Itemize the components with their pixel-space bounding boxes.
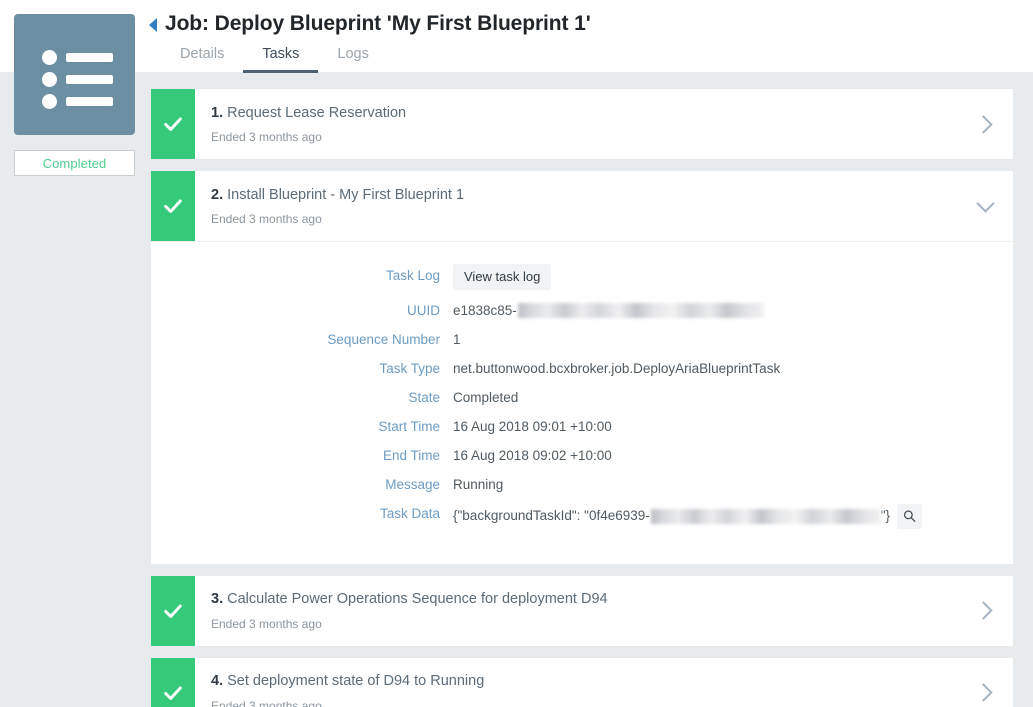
detail-row-sequence-number: Sequence Number 1 xyxy=(151,330,1013,350)
detail-row-task-data: Task Data {"backgroundTaskId": "0f4e6939… xyxy=(151,503,1013,529)
task-card: 1. Request Lease Reservation Ended 3 mon… xyxy=(151,89,1013,159)
status-badge: Completed xyxy=(14,150,135,176)
task-label: Calculate Power Operations Sequence for … xyxy=(227,591,608,608)
detail-row-task-type: Task Type net.buttonwood.bcxbroker.job.D… xyxy=(151,359,1013,379)
task-card: 2. Install Blueprint - My First Blueprin… xyxy=(151,171,1013,564)
detail-label: Sequence Number xyxy=(327,331,440,347)
search-icon[interactable] xyxy=(897,503,923,529)
list-icon-bar xyxy=(66,97,113,106)
detail-value: e1838c85- xyxy=(453,301,764,321)
page-title: Job: Deploy Blueprint 'My First Blueprin… xyxy=(165,12,591,35)
task-text: 3. Calculate Power Operations Sequence f… xyxy=(195,576,957,646)
check-icon xyxy=(151,171,195,241)
task-title: 4. Set deployment state of D94 to Runnin… xyxy=(211,672,957,692)
task-title: 3. Calculate Power Operations Sequence f… xyxy=(211,590,957,610)
redacted-uuid-remainder xyxy=(517,303,764,319)
task-text: 4. Set deployment state of D94 to Runnin… xyxy=(195,658,957,707)
task-text: 2. Install Blueprint - My First Blueprin… xyxy=(195,171,957,241)
task-title: 1. Request Lease Reservation xyxy=(211,104,957,124)
list-icon-row xyxy=(42,72,113,87)
task-row[interactable]: 3. Calculate Power Operations Sequence f… xyxy=(151,575,1013,646)
task-row[interactable]: 1. Request Lease Reservation Ended 3 mon… xyxy=(151,89,1013,159)
detail-row-message: Message Running xyxy=(151,475,1013,495)
task-number: 1. xyxy=(211,104,224,121)
task-data-prefix: {"backgroundTaskId": "0f4e6939- xyxy=(453,508,650,524)
task-row[interactable]: 4. Set deployment state of D94 to Runnin… xyxy=(151,657,1013,707)
task-label: Install Blueprint - My First Blueprint 1 xyxy=(227,186,465,203)
list-icon-bullet xyxy=(42,94,57,109)
chevron-right-icon[interactable] xyxy=(957,576,1013,646)
list-icon-bar xyxy=(66,75,113,84)
tab-details[interactable]: Details xyxy=(161,42,243,73)
header-band xyxy=(0,0,1033,72)
detail-value: 1 xyxy=(453,331,461,347)
list-icon-row xyxy=(42,50,113,65)
task-subtitle: Ended 3 months ago xyxy=(211,616,322,631)
task-card: 4. Set deployment state of D94 to Runnin… xyxy=(151,657,1013,707)
task-row[interactable]: 2. Install Blueprint - My First Blueprin… xyxy=(151,171,1013,241)
task-subtitle: Ended 3 months ago xyxy=(211,698,322,707)
chevron-down-icon[interactable] xyxy=(957,171,1013,241)
tab-tasks[interactable]: Tasks xyxy=(243,42,319,73)
task-card: 3. Calculate Power Operations Sequence f… xyxy=(151,575,1013,646)
detail-row-uuid: UUID e1838c85- xyxy=(151,301,1013,321)
detail-label: End Time xyxy=(382,447,440,463)
detail-label: Message xyxy=(385,476,440,492)
check-icon xyxy=(151,89,195,159)
task-data-suffix: "} xyxy=(880,508,891,524)
uuid-value: e1838c85- xyxy=(453,302,517,318)
detail-value: net.buttonwood.bcxbroker.job.DeployAriaB… xyxy=(453,360,781,376)
detail-label: State xyxy=(408,389,440,405)
detail-row-start-time: Start Time 16 Aug 2018 09:01 +10:00 xyxy=(151,417,1013,437)
task-text: 1. Request Lease Reservation Ended 3 mon… xyxy=(195,89,957,159)
task-detail-panel: Task Log View task log UUID e1838c85- Se… xyxy=(151,241,1013,564)
list-icon-row xyxy=(42,94,113,109)
detail-row-task-log: Task Log View task log xyxy=(151,264,1013,290)
task-number: 4. xyxy=(211,673,224,690)
detail-label: Start Time xyxy=(378,418,440,434)
tab-logs[interactable]: Logs xyxy=(318,42,387,73)
detail-label: Task Type xyxy=(379,360,440,376)
detail-label: Task Data xyxy=(379,505,440,521)
page-title-row: Job: Deploy Blueprint 'My First Blueprin… xyxy=(149,12,591,36)
task-subtitle: Ended 3 months ago xyxy=(211,212,322,227)
detail-value: Completed xyxy=(453,389,519,405)
detail-label: UUID xyxy=(407,302,440,318)
redacted-task-data xyxy=(650,508,881,524)
detail-value: Running xyxy=(453,476,504,492)
job-detail-page: Completed Job: Deploy Blueprint 'My Firs… xyxy=(0,0,1033,707)
left-rail: Completed xyxy=(0,0,145,707)
detail-value: {"backgroundTaskId": "0f4e6939- "} xyxy=(453,503,923,529)
task-label: Request Lease Reservation xyxy=(227,104,407,121)
chevron-right-icon[interactable] xyxy=(957,89,1013,159)
task-label: Set deployment state of D94 to Running xyxy=(227,673,485,690)
list-icon-bar xyxy=(66,53,113,62)
view-task-log-button[interactable]: View task log xyxy=(453,264,552,290)
chevron-right-icon[interactable] xyxy=(957,658,1013,707)
list-icon-bullet xyxy=(42,50,57,65)
task-subtitle: Ended 3 months ago xyxy=(211,130,322,145)
detail-row-state: State Completed xyxy=(151,388,1013,408)
detail-value: 16 Aug 2018 09:02 +10:00 xyxy=(453,447,612,463)
task-number: 2. xyxy=(211,186,224,203)
task-title: 2. Install Blueprint - My First Blueprin… xyxy=(211,186,957,206)
list-icon-bullet xyxy=(42,72,57,87)
task-list: 1. Request Lease Reservation Ended 3 mon… xyxy=(151,89,1013,707)
detail-value: View task log xyxy=(453,264,552,290)
detail-value: 16 Aug 2018 09:01 +10:00 xyxy=(453,418,612,434)
task-number: 3. xyxy=(211,591,224,608)
tab-bar: Details Tasks Logs xyxy=(161,42,388,73)
back-arrow-icon[interactable] xyxy=(149,18,157,32)
check-icon xyxy=(151,657,195,707)
check-icon xyxy=(151,575,195,646)
detail-row-end-time: End Time 16 Aug 2018 09:02 +10:00 xyxy=(151,446,1013,466)
list-icon xyxy=(14,14,135,135)
detail-label: Task Log xyxy=(385,268,440,283)
